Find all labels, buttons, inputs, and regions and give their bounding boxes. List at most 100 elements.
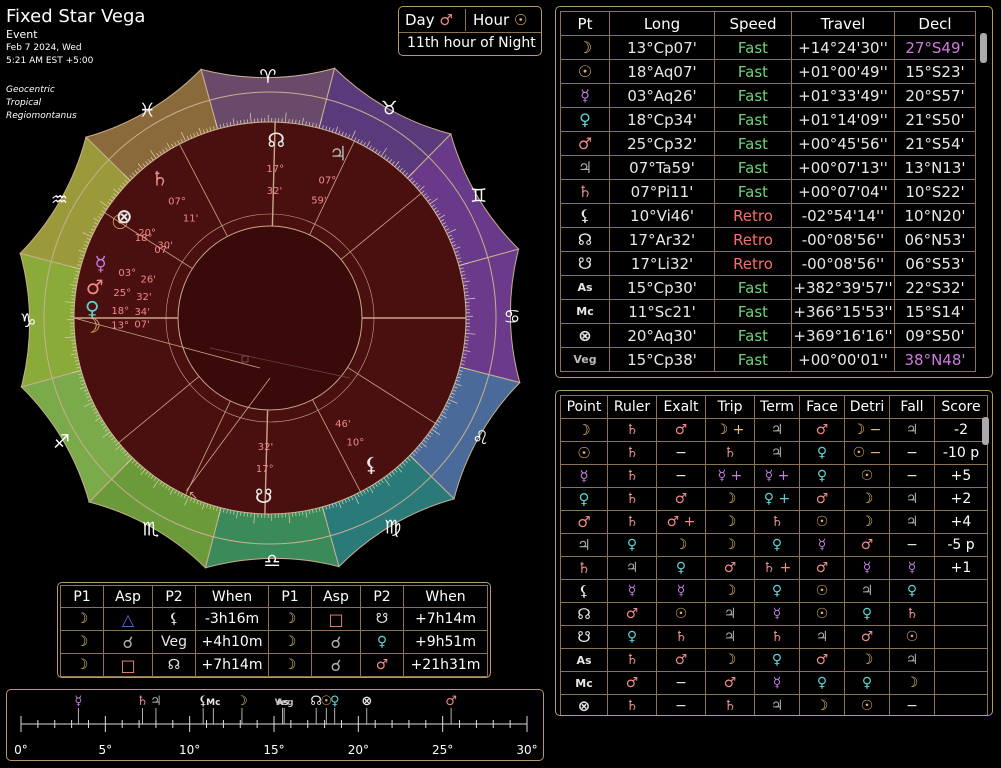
travel: +00°07'13'': [791, 155, 895, 180]
col-term[interactable]: Term: [754, 395, 800, 419]
dignity-ruler: ♄: [607, 464, 657, 488]
dignity-row[interactable]: ☉ ♄ − ♄ ♃ ♀ ☉ − − -10 p: [560, 441, 988, 465]
positions-scrollbar[interactable]: [980, 33, 987, 63]
planet-glyph: ♃: [329, 142, 347, 166]
col-trip[interactable]: Trip: [705, 395, 755, 419]
col-score[interactable]: Score: [934, 395, 988, 419]
dignity-row[interactable]: ☋ ♀ ♄ ♃ ♄ ♃ ♂ ☉: [560, 625, 988, 649]
col-p1-right[interactable]: P1: [268, 585, 312, 608]
declination: 22°S32': [894, 275, 976, 300]
dignity-row[interactable]: ♀ ♄ ♂ ☽ ♀ + ♂ ☽ ♃ +2: [560, 487, 988, 511]
position-row[interactable]: ☉ 18°Aq07' Fast +01°00'49'' 15°S23': [560, 59, 976, 84]
dignity-detri: ♂: [844, 533, 890, 557]
position-row[interactable]: ☊ 17°Ar32' Retro -00°08'56'' 06°N53': [560, 227, 976, 252]
longitude: 03°Aq26': [609, 83, 715, 108]
dignity-ruler: ♃: [607, 556, 657, 580]
dignity-row[interactable]: ♄ ♃ ♀ ♂ ♄ + ♂ ☿ ☿ +1: [560, 556, 988, 580]
declination: 21°S50': [894, 107, 976, 132]
ruler-marker[interactable]: ⊗: [361, 694, 372, 709]
speed: Fast: [714, 59, 792, 84]
position-row[interactable]: As 15°Cp30' Fast +382°39'57'' 22°S32': [560, 275, 976, 300]
position-row[interactable]: ♄ 07°Pi11' Fast +00°07'04'' 10°S22': [560, 179, 976, 204]
planet-degree: 17°: [256, 464, 274, 475]
dignity-term: ♀ +: [754, 487, 800, 511]
ruler-marker[interactable]: ♄: [137, 694, 149, 709]
col-pt[interactable]: Pt: [560, 11, 610, 36]
dignity-ruler: ♄: [607, 694, 657, 715]
col-fall[interactable]: Fall: [889, 395, 935, 419]
travel: +369°16'16'': [791, 323, 895, 348]
dignity-point: As: [560, 648, 608, 672]
dignity-row[interactable]: Mc ♂ − ♂ ☿ ♀ ♀ ☽: [560, 671, 988, 695]
ruler-marker[interactable]: ☽: [236, 694, 248, 709]
dignity-score: +2: [934, 487, 988, 511]
dignity-row[interactable]: As ♄ ♂ ☽ ♀ ♂ ☽ ♃: [560, 648, 988, 672]
col-ruler[interactable]: Ruler: [607, 395, 657, 419]
col-travel[interactable]: Travel: [791, 11, 895, 36]
col-when-right[interactable]: When: [403, 585, 488, 608]
position-row[interactable]: ⚸ 10°Vi46' Retro -02°54'14'' 10°N20': [560, 203, 976, 228]
dignity-face: ☿: [799, 533, 845, 557]
speed: Fast: [714, 107, 792, 132]
ruler-marker[interactable]: Mc: [206, 698, 220, 708]
dignity-score: [934, 625, 988, 649]
dignity-row[interactable]: ♂ ♄ ♂ + ☽ ♄ ☉ ☽ ♃ +4: [560, 510, 988, 534]
dignity-row[interactable]: ☽ ♄ ♂ ☽ + ♃ ♂ ☽ − ♃ -2: [560, 418, 988, 442]
ruler-marker[interactable]: ☿: [74, 694, 82, 709]
position-row[interactable]: ⊗ 20°Aq30' Fast +369°16'16'' 09°S50': [560, 323, 976, 348]
ruler-tick-label: 15°: [263, 743, 284, 757]
travel: +14°24'30'': [791, 35, 895, 60]
dignity-exalt: ♂: [656, 418, 706, 442]
dignity-fall: ♀: [889, 579, 935, 603]
position-row[interactable]: ☋ 17°Li32' Retro -00°08'56'' 06°S53': [560, 251, 976, 276]
col-when-left[interactable]: When: [195, 585, 269, 608]
ruler-marker[interactable]: ♃: [150, 694, 162, 709]
ruler-marker[interactable]: ♀: [330, 694, 340, 709]
declination: 20°S57': [894, 83, 976, 108]
dignities-scrollbar[interactable]: [982, 417, 989, 445]
col-long[interactable]: Long: [609, 11, 715, 36]
position-row[interactable]: ♀ 18°Cp34' Fast +01°14'09'' 21°S50': [560, 107, 976, 132]
col-face[interactable]: Face: [799, 395, 845, 419]
position-row[interactable]: ☿ 03°Aq26' Fast +01°33'49'' 20°S57': [560, 83, 976, 108]
col-p2-right[interactable]: P2: [360, 585, 404, 608]
position-row[interactable]: ♃ 07°Ta59' Fast +00°07'13'' 13°N13': [560, 155, 976, 180]
dignity-row[interactable]: ⊗ ♄ − ♄ ♃ ☽ ☉ −: [560, 694, 988, 715]
col-detri[interactable]: Detri: [844, 395, 890, 419]
dignity-row[interactable]: ☿ ♄ − ☿ + ☿ + ♀ ☉ − +5: [560, 464, 988, 488]
col-speed[interactable]: Speed: [714, 11, 792, 36]
dignity-row[interactable]: ♃ ♀ ☽ ☽ ♀ ☿ ♂ − -5 p: [560, 533, 988, 557]
col-asp-right[interactable]: Asp: [311, 585, 361, 608]
aspect-row[interactable]: ☽ △ ⚸ -3h16m ☽ □ ☋ +7h14m: [60, 607, 488, 631]
position-row[interactable]: ♂ 25°Cp32' Fast +00°45'56'' 21°S54': [560, 131, 976, 156]
pt-symbol: ⚸: [560, 203, 610, 228]
dignity-face: ♀: [799, 671, 845, 695]
longitude: 18°Cp34': [609, 107, 715, 132]
aspect-row[interactable]: ☽ ☌ Veg +4h10m ☽ ☌ ♀ +9h51m: [60, 630, 488, 654]
col-p2-left[interactable]: P2: [152, 585, 196, 608]
degree-ruler: 0° 5° 10° 15° 20° 25° 30°☿ ♄ ♃ ⚸Mc ☽ AsVeg ☊☉♀ ⊗ ♂: [14, 694, 537, 757]
longitude: 17°Li32': [609, 251, 715, 276]
col-asp-left[interactable]: Asp: [103, 585, 153, 608]
dignity-row[interactable]: ⚸ ☿ ☿ ☽ ♀ ☉ ♃ ♀: [560, 579, 988, 603]
col-decl[interactable]: Decl: [894, 11, 976, 36]
position-row[interactable]: Veg 15°Cp38' Fast +00°00'01'' 38°N48': [560, 347, 976, 372]
pt-symbol: ♄: [560, 179, 610, 204]
position-row[interactable]: ☽ 13°Cp07' Fast +14°24'30'' 27°S49': [560, 35, 976, 60]
ruler-marker[interactable]: Veg: [275, 698, 294, 708]
col-p1-left[interactable]: P1: [60, 585, 104, 608]
dignity-row[interactable]: ☊ ♂ ☉ ♃ ☿ ☉ ♀ ♄: [560, 602, 988, 626]
dignity-face: ♃: [799, 625, 845, 649]
position-row[interactable]: Mc 11°Sc21' Fast +366°15'53'' 15°S14': [560, 299, 976, 324]
aspect-row[interactable]: ☽ □ ☊ +7h14m ☽ ☌ ♂ +21h31m: [60, 653, 488, 677]
dignity-score: [934, 671, 988, 695]
ruler-marker[interactable]: ♂: [445, 694, 457, 709]
dignity-fall: −: [889, 533, 935, 557]
positions-header-row: Pt Long Speed Travel Decl: [560, 11, 976, 36]
col-exalt[interactable]: Exalt: [656, 395, 706, 419]
dignity-fall: ♃: [889, 510, 935, 534]
col-point[interactable]: Point: [560, 395, 608, 419]
planet-minutes: 32': [136, 292, 151, 303]
declination: 13°N13': [894, 155, 976, 180]
planet-marker[interactable]: ☋ 17° 32': [255, 442, 274, 508]
